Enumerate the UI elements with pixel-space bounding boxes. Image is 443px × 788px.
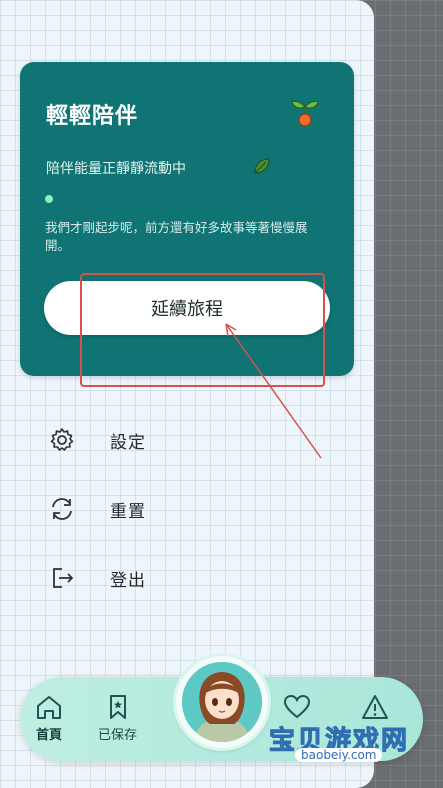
nav-home-label: 首頁 xyxy=(35,728,62,743)
avatar-illustration xyxy=(182,662,262,742)
companion-avatar-button[interactable] xyxy=(176,656,268,748)
watermark: 宝贝游戏网 baobeiy.com xyxy=(265,690,415,770)
nav-home[interactable]: 首頁 xyxy=(34,693,64,743)
avatar xyxy=(182,662,262,742)
nav-saved[interactable]: 已保存 xyxy=(98,693,137,743)
watermark-url: baobeiy.com xyxy=(295,748,383,762)
nav-saved-label: 已保存 xyxy=(98,728,138,743)
home-icon xyxy=(37,696,61,719)
bookmark-icon xyxy=(109,695,126,719)
